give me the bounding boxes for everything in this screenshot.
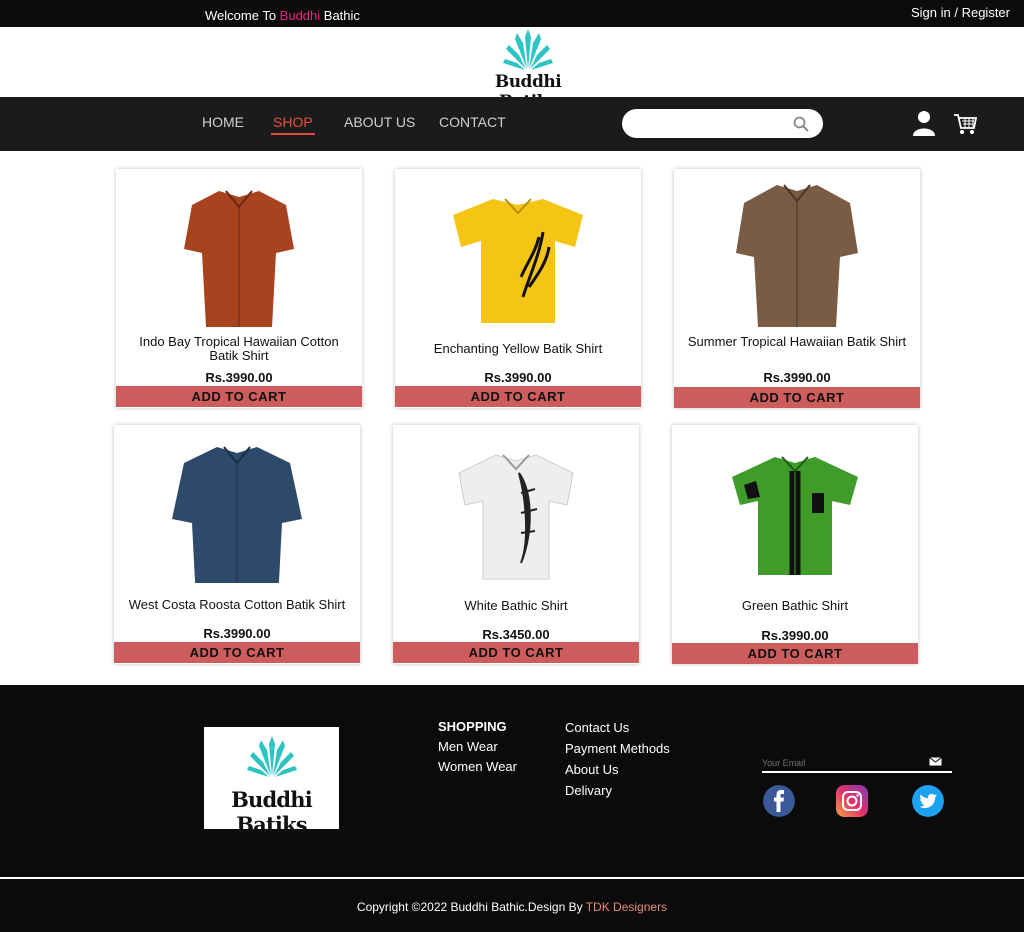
footer-logo[interactable]: Buddhi Batiks <box>204 727 339 837</box>
product-price: Rs.3990.00 <box>484 370 552 385</box>
top-bar: Welcome To Buddhi Bathic Sign in / Regis… <box>0 0 1024 27</box>
add-to-cart-button[interactable]: ADD TO CART <box>672 643 918 664</box>
nav-contact[interactable]: CONTACT <box>439 114 506 130</box>
link-contact-us[interactable]: Contact Us <box>565 717 670 738</box>
product-price: Rs.3990.00 <box>205 370 273 385</box>
designer-link[interactable]: TDK Designers <box>586 900 667 914</box>
instagram-icon[interactable] <box>836 785 868 817</box>
nav-shop[interactable]: SHOP <box>271 114 315 135</box>
newsletter-email <box>762 753 952 773</box>
search-box <box>622 109 823 138</box>
product-price: Rs.3990.00 <box>203 626 271 641</box>
welcome-text: Welcome To Buddhi Bathic <box>205 8 360 23</box>
welcome-suffix: Bathic <box>320 8 360 23</box>
product-name[interactable]: Indo Bay Tropical Hawaiian Cotton Batik … <box>124 335 354 363</box>
product-image[interactable] <box>722 177 872 327</box>
link-about-us[interactable]: About Us <box>565 759 670 780</box>
copyright-prefix: Copyright <box>356 900 412 914</box>
add-to-cart-button[interactable]: ADD TO CART <box>395 386 641 407</box>
product-name[interactable]: White Bathic Shirt <box>401 599 631 613</box>
product-name[interactable]: Enchanting Yellow Batik Shirt <box>403 342 633 356</box>
add-to-cart-button[interactable]: ADD TO CART <box>674 387 920 408</box>
footer: Buddhi Batiks SHOPPING Men Wear Women We… <box>0 685 1024 932</box>
info-links: Contact Us Payment Methods About Us Deli… <box>565 717 670 801</box>
cart-icon[interactable] <box>953 112 977 136</box>
product-image[interactable] <box>443 177 593 327</box>
product-image[interactable] <box>164 177 314 327</box>
search-icon[interactable] <box>793 116 809 132</box>
email-field[interactable] <box>762 755 922 771</box>
product-price: Rs.3990.00 <box>761 628 829 643</box>
product-image[interactable] <box>441 433 591 583</box>
welcome-prefix: Welcome To <box>205 8 280 23</box>
nav-about-us[interactable]: ABOUT US <box>344 114 415 130</box>
logo-header: Buddhi Batiks <box>0 27 1024 112</box>
product-name[interactable]: West Costa Roosta Cotton Batik Shirt <box>122 598 352 612</box>
agave-logo-icon <box>247 736 297 777</box>
shopping-links: SHOPPING Men Wear Women Wear <box>438 717 517 777</box>
product-card[interactable]: Summer Tropical Hawaiian Batik Shirt Rs.… <box>674 169 920 408</box>
product-name[interactable]: Summer Tropical Hawaiian Batik Shirt <box>682 335 912 349</box>
welcome-brand: Buddhi <box>279 8 321 23</box>
footer-divider <box>0 877 1024 879</box>
facebook-icon[interactable] <box>763 785 795 817</box>
product-card[interactable]: West Costa Roosta Cotton Batik Shirt Rs.… <box>114 425 360 664</box>
link-women-wear[interactable]: Women Wear <box>438 757 517 777</box>
site-logo[interactable]: Buddhi Batiks <box>475 29 581 112</box>
add-to-cart-button[interactable]: ADD TO CART <box>393 642 639 663</box>
main-nav: HOME SHOP ABOUT US CONTACT <box>0 97 1024 151</box>
user-icon[interactable] <box>912 110 936 136</box>
product-image[interactable] <box>720 433 870 583</box>
product-card[interactable]: White Bathic Shirt Rs.3450.00 ADD TO CAR… <box>393 425 639 664</box>
email-icon[interactable] <box>929 757 942 766</box>
product-name[interactable]: Green Bathic Shirt <box>680 599 910 613</box>
footer-logo-wordmark: Buddhi Batiks <box>231 787 313 837</box>
shopping-heading: SHOPPING <box>438 719 507 734</box>
twitter-icon[interactable] <box>912 785 944 817</box>
link-payment-methods[interactable]: Payment Methods <box>565 738 670 759</box>
agave-logo-icon <box>503 29 553 70</box>
add-to-cart-button[interactable]: ADD TO CART <box>116 386 362 407</box>
sign-in-register-link[interactable]: Sign in / Register <box>911 5 1010 20</box>
add-to-cart-button[interactable]: ADD TO CART <box>114 642 360 663</box>
product-price: Rs.3990.00 <box>763 370 831 385</box>
copyright-text: Copyright ©2022 Buddhi Bathic.Design By … <box>0 900 1024 914</box>
nav-home[interactable]: HOME <box>202 114 244 130</box>
link-delivary[interactable]: Delivary <box>565 780 670 801</box>
product-card[interactable]: Indo Bay Tropical Hawaiian Cotton Batik … <box>116 169 362 408</box>
product-price: Rs.3450.00 <box>482 627 550 642</box>
link-men-wear[interactable]: Men Wear <box>438 737 517 757</box>
copyright-mid: 2022 Buddhi Bathic.Design By <box>420 900 586 914</box>
product-card[interactable]: Green Bathic Shirt Rs.3990.00 ADD TO CAR… <box>672 425 918 664</box>
product-image[interactable] <box>162 433 312 583</box>
product-card[interactable]: Enchanting Yellow Batik Shirt Rs.3990.00… <box>395 169 641 408</box>
search-input[interactable] <box>636 109 796 138</box>
